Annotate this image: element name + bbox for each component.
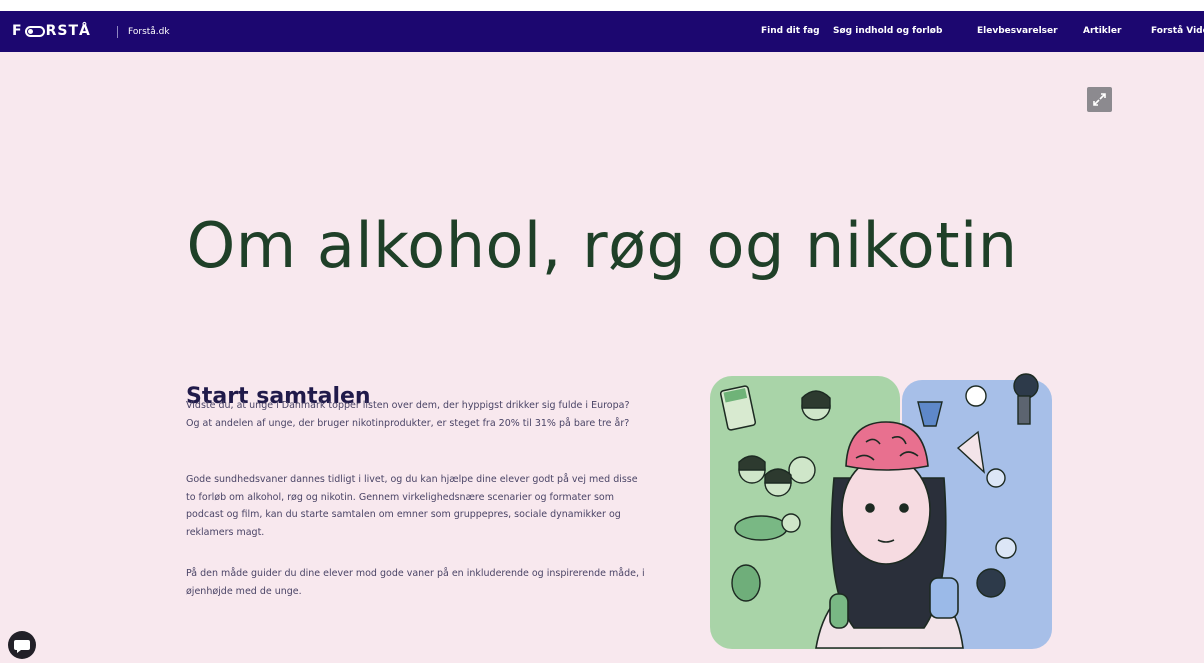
chat-button[interactable] — [8, 631, 36, 659]
site-header: F RSTÅ Forstå.dk Find dit fag Søg indhol… — [0, 11, 1204, 52]
nav-articles[interactable]: Artikler — [1083, 26, 1121, 36]
nav-student-answers[interactable]: Elevbesvarelser — [977, 26, 1058, 36]
hero-illustration — [710, 373, 1052, 649]
intro-paragraph-2: Gode sundhedsvaner dannes tidligt i live… — [186, 474, 638, 538]
browser-top-strip — [0, 0, 1204, 11]
main-nav: Find dit fag Søg indhold og forløb Elevb… — [0, 11, 1204, 52]
nav-search-content[interactable]: Søg indhold og forløb — [833, 26, 942, 36]
expand-icon — [1093, 93, 1106, 106]
intro-paragraph-3: På den måde guider du dine elever mod go… — [186, 568, 645, 597]
chat-icon — [14, 640, 30, 653]
nav-video[interactable]: Forstå Video — [1151, 26, 1204, 36]
page-title: Om alkohol, røg og nikotin — [186, 208, 1018, 282]
expand-button[interactable] — [1087, 87, 1112, 112]
intro-paragraph-1: Vidste du, at unge i Danmark topper list… — [186, 400, 630, 429]
nav-find-subject[interactable]: Find dit fag — [761, 26, 820, 36]
